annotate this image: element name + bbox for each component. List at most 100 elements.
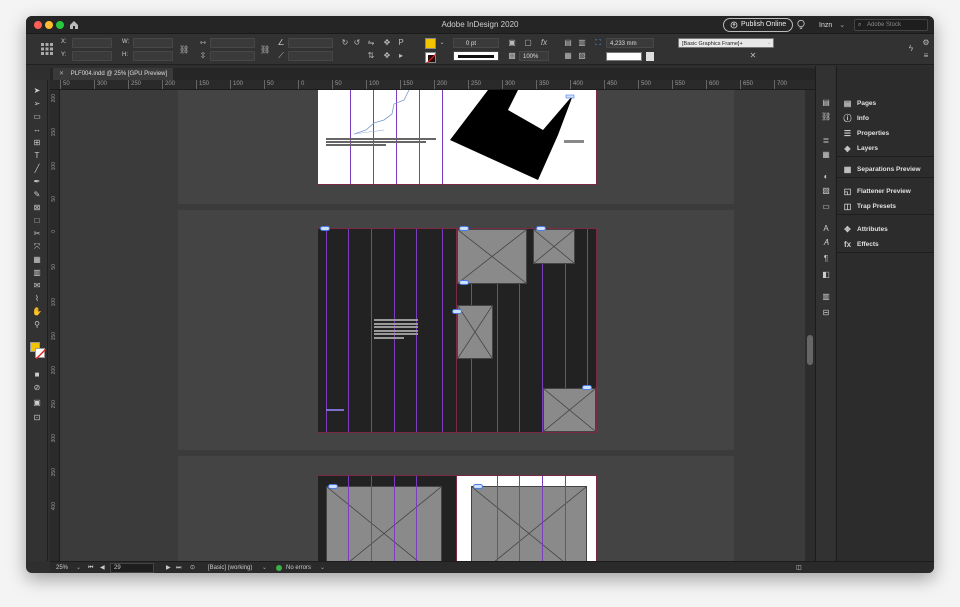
scale-x-icon[interactable]: ⇿	[198, 38, 208, 48]
rotate-field[interactable]	[288, 38, 333, 48]
gradient-swatch-tool-icon[interactable]: ▦	[32, 255, 42, 265]
close-tab-icon[interactable]: ✕	[59, 71, 64, 77]
content-collector-tool-icon[interactable]: ⊞	[32, 138, 42, 148]
pages-icon[interactable]: ▤	[821, 98, 831, 108]
chevron-down-icon[interactable]: ⌄	[320, 564, 325, 572]
selection-tool-icon[interactable]: ➤	[32, 86, 42, 96]
document-canvas[interactable]	[60, 90, 805, 561]
document-tab[interactable]: ✕ PLF004.indd @ 25% [GPU Preview]	[53, 68, 174, 80]
links-icon[interactable]: ⛓	[821, 112, 831, 122]
free-transform-tool-icon[interactable]: ⤧	[32, 242, 42, 252]
gap-tool-icon[interactable]: ↔	[32, 125, 42, 135]
frame-content-indicator[interactable]	[328, 484, 338, 489]
reference-point-icon[interactable]	[40, 42, 54, 56]
panel-trap-presets[interactable]: ◫ Trap Presets	[837, 199, 934, 214]
screen-mode-icon[interactable]: ▣	[32, 398, 42, 408]
next-object-icon[interactable]: ▸	[396, 51, 406, 61]
scrollbar-thumb[interactable]	[807, 335, 813, 365]
clear-overrides-icon[interactable]: ✕	[748, 51, 758, 61]
chevron-down-icon[interactable]: ⌄	[262, 564, 267, 572]
panel-properties[interactable]: ☰ Properties	[837, 126, 934, 141]
graphic-frame[interactable]	[471, 486, 587, 561]
pen-tool-icon[interactable]: ✒	[32, 177, 42, 187]
select-container-icon[interactable]: ✥	[382, 51, 392, 61]
height-field[interactable]	[133, 51, 173, 61]
frame-content-indicator[interactable]	[459, 226, 469, 231]
rotate-icon[interactable]: ∠	[276, 38, 286, 48]
split-window-icon[interactable]: ◫	[796, 564, 802, 572]
reference-value-field[interactable]: 4,233 mm	[606, 38, 654, 48]
text-frame[interactable]	[374, 319, 418, 345]
stroke-weight-field[interactable]: 0 pt	[453, 38, 499, 48]
text-wrap-icon[interactable]: ▥	[821, 292, 831, 302]
cc-libraries-icon[interactable]: ▭	[821, 202, 831, 212]
stroke-type-select[interactable]	[453, 51, 499, 61]
type-tool-icon[interactable]: T	[32, 151, 42, 161]
frame-content-indicator[interactable]	[582, 385, 592, 390]
x-field[interactable]	[72, 38, 112, 48]
graphic-frame[interactable]	[457, 305, 493, 359]
stroke-color-swatch[interactable]	[35, 348, 47, 360]
open-page-icon[interactable]: ⊙	[190, 564, 195, 572]
rotate-cw-icon[interactable]: ↻	[340, 38, 350, 48]
page-number-field[interactable]: 29	[110, 563, 154, 573]
paragraph-styles-icon[interactable]: ¶	[821, 254, 831, 264]
align-right-icon[interactable]: ▦	[563, 51, 573, 61]
direct-selection-tool-icon[interactable]: ➢	[32, 99, 42, 109]
paragraph-icon[interactable]: P	[396, 38, 406, 48]
frame-content-indicator[interactable]	[320, 226, 330, 231]
frame-fitting-icon[interactable]: ▣	[507, 38, 517, 48]
lightbulb-icon[interactable]	[796, 19, 806, 31]
lightning-icon[interactable]: ϟ	[906, 44, 916, 54]
panel-info[interactable]: ⓘ Info	[837, 111, 934, 126]
panel-pages[interactable]: ▤ Pages	[837, 96, 934, 111]
vertical-ruler[interactable]: 200 150 100 50 0 50 100 150 200 250 300 350 400	[50, 90, 60, 561]
fill-swatch[interactable]	[425, 38, 436, 49]
graphic-frame[interactable]	[543, 388, 596, 432]
preflight-errors[interactable]: No errors	[286, 564, 311, 572]
shear-icon[interactable]: ⟋	[276, 51, 286, 61]
zoom-tool-icon[interactable]: ⚲	[32, 320, 42, 330]
frame-content-indicator[interactable]	[459, 280, 469, 285]
select-content-icon[interactable]: ✥	[382, 38, 392, 48]
rectangle-frame-tool-icon[interactable]: ⊠	[32, 203, 42, 213]
menu-icon[interactable]: ≡	[921, 51, 931, 61]
width-field[interactable]	[133, 38, 173, 48]
rectangle-tool-icon[interactable]: □	[32, 216, 42, 226]
panel-flattener-preview[interactable]: ◱ Flattener Preview	[837, 184, 934, 199]
zoom-level[interactable]: 25%	[56, 564, 68, 572]
character-styles-icon[interactable]: 𝐴	[821, 238, 831, 248]
align-icon[interactable]: ⊟	[821, 308, 831, 318]
character-style-field[interactable]	[646, 52, 654, 61]
note-tool-icon[interactable]: ✉	[32, 281, 42, 291]
chevron-down-icon[interactable]: ⌄	[76, 564, 81, 572]
scale-x-field[interactable]	[210, 38, 255, 48]
stroke-icon[interactable]: ≣	[821, 136, 831, 146]
next-page-icon[interactable]: ▶	[166, 564, 171, 572]
graphic-frame[interactable]	[457, 229, 527, 284]
chevron-down-icon[interactable]: ⌄	[437, 38, 447, 48]
chevron-down-icon[interactable]: ⌄	[764, 38, 774, 48]
preflight-profile[interactable]: [Basic] (working)	[208, 564, 252, 572]
publish-online-button[interactable]: Publish Online	[723, 18, 794, 32]
frame-content-indicator[interactable]	[536, 226, 546, 231]
page-tool-icon[interactable]: ▭	[32, 112, 42, 122]
horizontal-ruler[interactable]: 50 300 250 200 150 100 50 0 50 100 150 200 250 300 350…	[50, 80, 815, 90]
color-icon[interactable]: ◐	[821, 172, 831, 182]
frame-content-indicator[interactable]	[473, 484, 483, 489]
panel-effects[interactable]: fx Effects	[837, 237, 934, 252]
stroke-swatch[interactable]	[425, 52, 437, 64]
frame-content-indicator[interactable]	[452, 309, 462, 314]
swatches-icon[interactable]: ▦	[821, 150, 831, 160]
shear-field[interactable]	[288, 51, 333, 61]
opacity-icon[interactable]: ▩	[507, 51, 517, 61]
object-style-select[interactable]: [Basic Graphics Frame]+	[678, 38, 774, 48]
gear-icon[interactable]: ⚙	[921, 38, 931, 48]
character-icon[interactable]: A	[821, 224, 831, 234]
fx-icon[interactable]: fx	[539, 38, 549, 48]
first-page-icon[interactable]: ⏮	[88, 564, 93, 572]
panel-layers[interactable]: ◈ Layers	[837, 141, 934, 156]
scale-y-icon[interactable]: ⇳	[198, 51, 208, 61]
graphic-frame[interactable]	[326, 486, 442, 561]
gradient-icon[interactable]: ▨	[821, 186, 831, 196]
